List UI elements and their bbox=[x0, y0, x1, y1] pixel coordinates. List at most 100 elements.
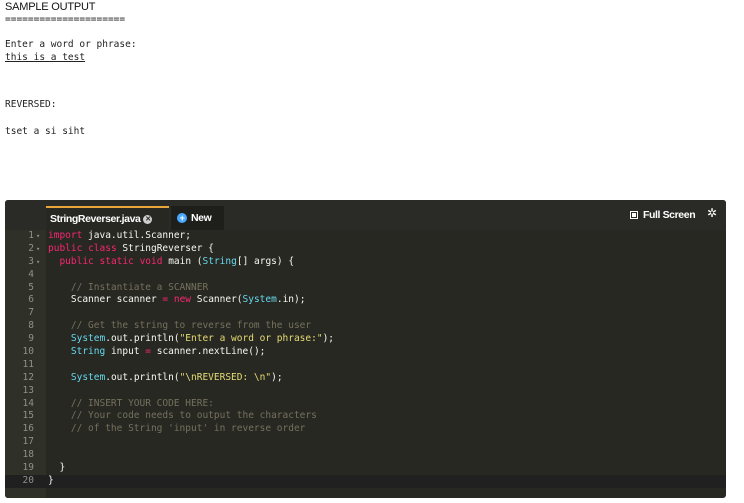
code-editor[interactable]: StringReverser.java ✕ + New Full Screen … bbox=[5, 200, 726, 498]
code-line[interactable]: 1 ▾ import java.util.Scanner; bbox=[5, 230, 726, 243]
line-number: 2 bbox=[28, 242, 34, 254]
fold-arrow-icon[interactable]: ▾ bbox=[36, 256, 40, 269]
code-line[interactable]: 15 // Your code needs to output the char… bbox=[5, 410, 726, 423]
code-text: String input = scanner.nextLine(); bbox=[48, 346, 266, 359]
line-number: 19 bbox=[22, 462, 34, 474]
code-line[interactable]: 3 ▾ public static void main (String[] arg… bbox=[5, 256, 726, 269]
sample-reversed-value: tset a si siht bbox=[5, 126, 86, 137]
code-line[interactable]: 9 System.out.println("Enter a word or ph… bbox=[5, 333, 726, 346]
tab-label: StringReverser.java bbox=[50, 213, 141, 225]
code-line[interactable]: 2 ▾ public class StringReverser { bbox=[5, 243, 726, 256]
code-text: import java.util.Scanner; bbox=[48, 230, 191, 243]
code-token: new bbox=[173, 294, 192, 306]
code-token: ); bbox=[322, 333, 335, 345]
line-number: 10 bbox=[22, 346, 34, 358]
code-line[interactable]: 4 bbox=[5, 269, 726, 282]
code-token: System bbox=[70, 371, 106, 383]
code-token: input bbox=[105, 346, 146, 358]
code-token: public bbox=[59, 255, 94, 267]
code-line[interactable]: 8 // Get the string to reverse from the … bbox=[5, 320, 726, 333]
code-token: } bbox=[48, 462, 66, 474]
code-token: .out.println( bbox=[105, 333, 180, 345]
code-text: // Get the string to reverse from the us… bbox=[48, 320, 311, 333]
code-text: // INSERT YOUR CODE HERE: bbox=[48, 398, 214, 411]
sample-output-title: SAMPLE OUTPUT bbox=[5, 1, 96, 13]
new-file-tab[interactable]: + New bbox=[171, 206, 224, 230]
line-number: 15 bbox=[22, 410, 34, 422]
fullscreen-button[interactable]: Full Screen bbox=[630, 209, 696, 221]
code-text: // of the String 'input' in reverse orde… bbox=[48, 423, 306, 436]
sample-output: SAMPLE OUTPUT ===================== Ente… bbox=[5, 0, 705, 137]
code-text: } bbox=[48, 475, 54, 488]
code-token: "Enter a word or phrase:" bbox=[179, 333, 323, 345]
code-token: String bbox=[70, 346, 106, 358]
editor-tab-bar: StringReverser.java ✕ + New Full Screen … bbox=[5, 200, 726, 230]
code-token: void bbox=[139, 255, 163, 267]
line-number: 3 bbox=[28, 255, 34, 267]
sample-prompt-text: Enter a word or phrase: bbox=[5, 39, 137, 50]
code-line[interactable]: 6 Scanner scanner = new Scanner(System.i… bbox=[5, 294, 726, 307]
code-text: } bbox=[48, 462, 65, 475]
code-token: ); bbox=[271, 371, 283, 383]
code-text: System.out.println("Enter a word or phra… bbox=[48, 333, 334, 346]
close-icon[interactable]: ✕ bbox=[143, 214, 153, 224]
code-token: .in); bbox=[276, 294, 306, 306]
code-token: // Instantiate a SCANNER bbox=[70, 281, 209, 293]
line-number: 13 bbox=[22, 384, 34, 396]
code-text: public static void main (String[] args) … bbox=[48, 256, 294, 269]
line-number: 4 bbox=[28, 268, 34, 280]
line-number: 11 bbox=[22, 358, 34, 370]
line-number: 5 bbox=[28, 281, 34, 293]
code-token: static bbox=[99, 255, 134, 267]
fullscreen-icon bbox=[630, 211, 638, 219]
code-line[interactable]: 11 bbox=[5, 359, 726, 372]
code-token: main ( bbox=[162, 255, 203, 267]
line-number: 16 bbox=[22, 423, 34, 435]
line-number: 1 bbox=[28, 230, 34, 241]
code-token: class bbox=[88, 242, 117, 254]
code-token: // of the String 'input' in reverse orde… bbox=[70, 423, 306, 435]
new-tab-label: New bbox=[191, 212, 212, 224]
plus-icon: + bbox=[177, 213, 187, 223]
code-line[interactable]: 10 String input = scanner.nextLine(); bbox=[5, 346, 726, 359]
code-token: Scanner( bbox=[191, 294, 243, 306]
code-line[interactable]: 7 bbox=[5, 307, 726, 320]
code-line[interactable]: 12 System.out.println("\nREVERSED: \n"); bbox=[5, 372, 726, 385]
code-text: // Instantiate a SCANNER bbox=[48, 282, 208, 295]
code-token: "\nREVERSED: \n" bbox=[179, 371, 272, 383]
code-token: java.util.Scanner; bbox=[82, 230, 191, 241]
code-line[interactable]: 13 bbox=[5, 385, 726, 398]
code-token: System bbox=[242, 294, 277, 306]
line-number: 20 bbox=[22, 474, 34, 486]
code-line[interactable]: 20} bbox=[5, 474, 726, 488]
code-line[interactable]: 5 // Instantiate a SCANNER bbox=[5, 282, 726, 295]
line-number: 9 bbox=[28, 333, 34, 345]
code-token: .out.println( bbox=[105, 371, 180, 383]
code-token: public bbox=[48, 242, 83, 254]
code-line[interactable]: 14 // INSERT YOUR CODE HERE: bbox=[5, 398, 726, 411]
code-lines[interactable]: 1 ▾ import java.util.Scanner; 2 ▾ public clas… bbox=[5, 230, 726, 488]
code-text: public class StringReverser { bbox=[48, 243, 214, 256]
fold-arrow-icon[interactable]: ▾ bbox=[36, 243, 40, 256]
tab-stringreverser-java[interactable]: StringReverser.java ✕ bbox=[46, 206, 169, 230]
code-token: StringReverser { bbox=[116, 242, 214, 254]
code-text: // Your code needs to output the charact… bbox=[48, 410, 317, 423]
line-number: 18 bbox=[22, 449, 34, 461]
line-number: 7 bbox=[28, 307, 34, 319]
code-line[interactable]: 18 bbox=[5, 449, 726, 462]
line-number: 14 bbox=[22, 397, 34, 409]
gear-icon[interactable]: ✲ bbox=[707, 206, 717, 220]
code-line[interactable]: 19 } bbox=[5, 462, 726, 475]
code-token: String bbox=[202, 255, 237, 267]
fold-arrow-icon[interactable]: ▾ bbox=[36, 230, 40, 243]
fullscreen-label: Full Screen bbox=[643, 209, 696, 221]
code-line[interactable]: 17 bbox=[5, 436, 726, 449]
sample-user-input: this is a test bbox=[5, 52, 86, 63]
sample-reversed-label: REVERSED: bbox=[5, 99, 57, 110]
code-line[interactable]: 16 // of the String 'input' in reverse o… bbox=[5, 423, 726, 436]
